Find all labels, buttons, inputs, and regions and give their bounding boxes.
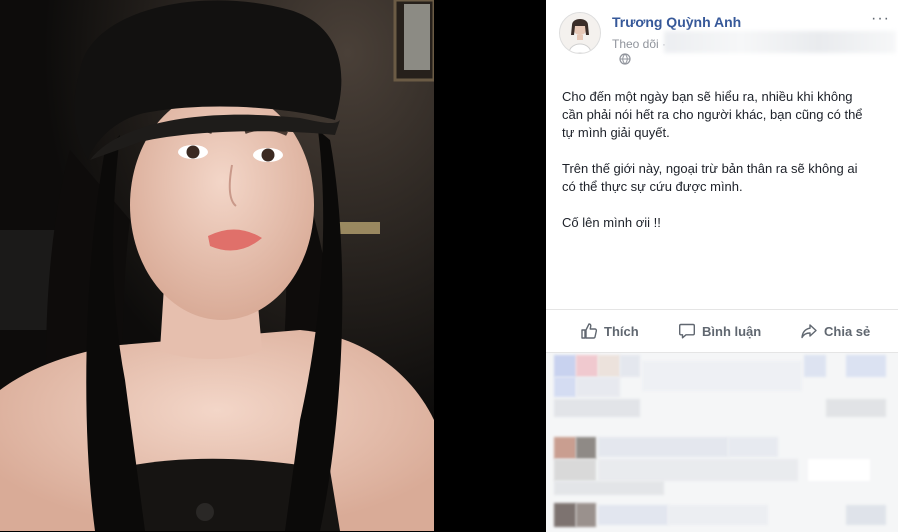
blurred-pixel <box>598 355 620 377</box>
follow-link[interactable]: Theo dõi <box>612 37 659 51</box>
blurred-text <box>554 481 664 495</box>
blurred-pixel <box>808 459 870 481</box>
post-meta: Theo dõi · <box>612 37 666 51</box>
comment-label: Bình luận <box>702 323 762 339</box>
photo-viewer: Trương Quỳnh Anh Theo dõi · ··· Cho đến … <box>0 0 898 532</box>
blurred-avatar <box>576 355 598 377</box>
blurred-text <box>598 459 798 481</box>
share-label: Chia sẻ <box>824 323 871 339</box>
author-avatar[interactable] <box>559 12 601 54</box>
photo-pane[interactable] <box>0 0 546 531</box>
author-name[interactable]: Trương Quỳnh Anh <box>612 14 741 30</box>
avatar-image <box>560 13 600 53</box>
globe-icon <box>619 53 631 68</box>
blurred-text <box>642 361 802 391</box>
post-header: Trương Quỳnh Anh Theo dõi · ··· <box>546 0 898 70</box>
post-sidebar: Trương Quỳnh Anh Theo dõi · ··· Cho đến … <box>546 0 898 532</box>
more-options-icon[interactable]: ··· <box>871 10 890 28</box>
post-photo[interactable] <box>0 0 434 531</box>
like-label: Thích <box>604 323 639 339</box>
blurred-pixel <box>804 355 826 377</box>
like-button[interactable]: Thích <box>580 314 639 348</box>
blurred-avatar <box>554 437 576 459</box>
blurred-avatar <box>576 503 596 527</box>
blurred-text <box>598 505 668 525</box>
post-body: Cho đến một ngày bạn sẽ hiểu ra, nhiều k… <box>562 88 884 250</box>
blurred-pixel <box>846 505 886 525</box>
blurred-pixel <box>620 355 640 377</box>
comment-button[interactable]: Bình luận <box>678 314 761 348</box>
post-paragraph-3: Cố lên mình ơii !! <box>562 215 661 230</box>
share-icon <box>800 322 818 340</box>
blurred-avatar <box>554 503 576 527</box>
blurred-text <box>826 399 886 417</box>
blurred-text <box>668 505 768 525</box>
thumbs-up-icon <box>580 322 598 340</box>
portrait-illustration <box>0 0 434 531</box>
blurred-pixel <box>576 377 620 397</box>
blurred-pixel <box>554 377 576 397</box>
comment-icon <box>678 322 696 340</box>
blurred-pixel <box>846 355 886 377</box>
blurred-metadata <box>664 31 896 53</box>
comments-section <box>546 352 898 532</box>
blurred-pixel <box>554 459 596 481</box>
share-button[interactable]: Chia sẻ <box>800 314 870 348</box>
blurred-text <box>728 437 778 457</box>
post-actions-bar: Thích Bình luận Chia sẻ <box>546 314 898 348</box>
post-paragraph-2: Trên thế giới này, ngoại trừ bản thân ra… <box>562 161 858 194</box>
blurred-text <box>598 437 728 457</box>
blurred-text <box>554 399 640 417</box>
actions-divider <box>546 309 898 310</box>
blurred-avatar <box>554 355 576 377</box>
post-paragraph-1: Cho đến một ngày bạn sẽ hiểu ra, nhiều k… <box>562 89 863 140</box>
blurred-avatar <box>576 437 596 459</box>
